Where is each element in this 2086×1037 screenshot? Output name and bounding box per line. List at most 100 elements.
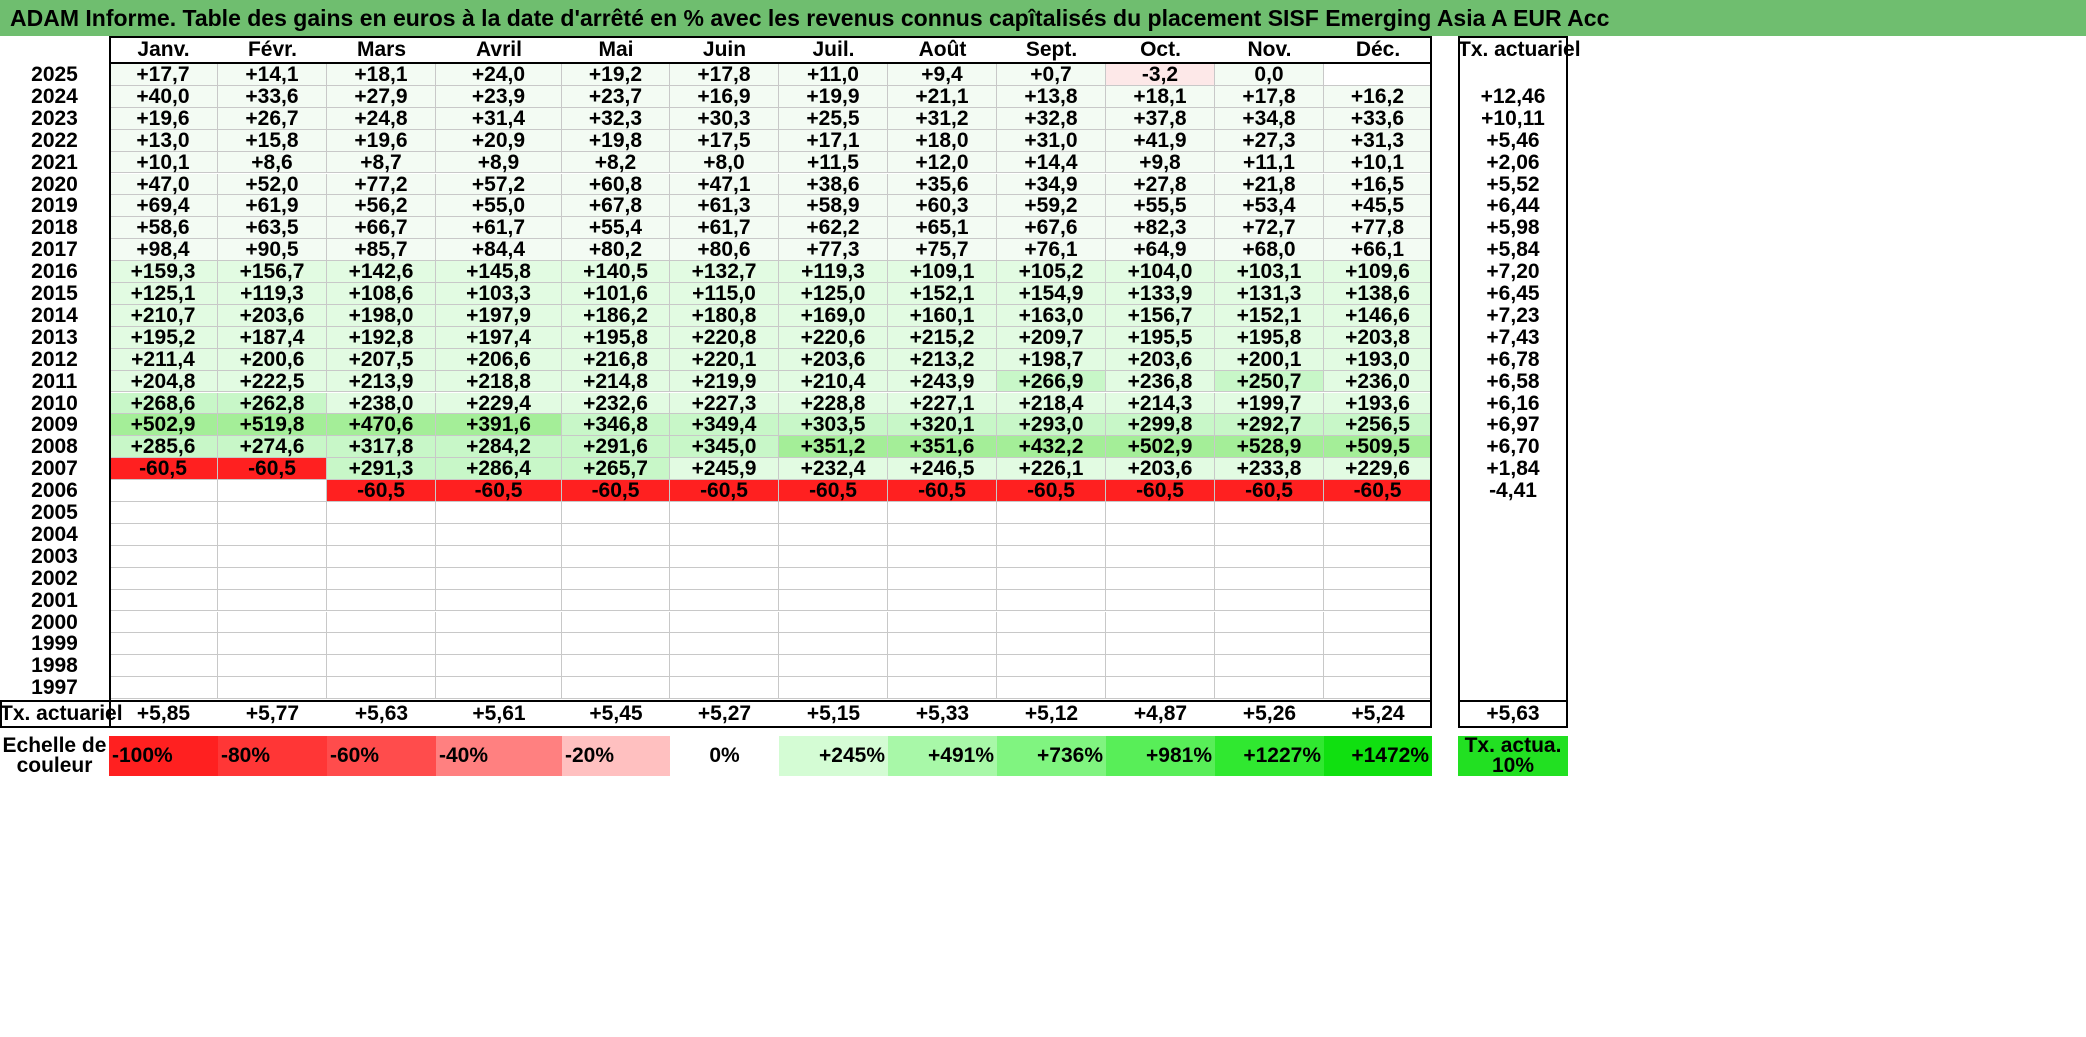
table-cell xyxy=(562,655,670,678)
table-cell xyxy=(779,655,888,678)
table-cell xyxy=(670,677,779,700)
table-cell xyxy=(436,567,562,590)
table-cell: 0,0 xyxy=(1215,64,1324,86)
table-cell xyxy=(1324,502,1432,524)
table-cell: +206,6 xyxy=(436,348,562,371)
table-cell: +101,6 xyxy=(562,283,670,305)
table-cell: +24,0 xyxy=(436,64,562,86)
table-cell xyxy=(888,502,997,524)
table-cell: +18,1 xyxy=(327,64,436,86)
table-cell xyxy=(218,502,327,524)
table-cell: +125,0 xyxy=(779,283,888,305)
table-cell: +24,8 xyxy=(327,107,436,130)
table-cell: +218,4 xyxy=(997,392,1106,415)
table-cell: +152,1 xyxy=(1215,304,1324,327)
table-cell: +90,5 xyxy=(218,239,327,262)
table-cell: +55,0 xyxy=(436,195,562,218)
table-cell: +75,7 xyxy=(888,239,997,262)
table-cell: +19,6 xyxy=(109,107,218,130)
table-cell: +236,0 xyxy=(1324,370,1432,393)
table-cell: +207,5 xyxy=(327,348,436,371)
table-cell: +528,9 xyxy=(1215,436,1324,459)
year-label: 2015 xyxy=(31,282,78,305)
table-cell: +55,4 xyxy=(562,217,670,240)
table-cell: +349,4 xyxy=(670,414,779,437)
table-cell xyxy=(109,611,218,634)
table-cell xyxy=(1324,633,1432,656)
table-cell xyxy=(436,655,562,678)
summary-cell: +5,24 xyxy=(1351,702,1405,725)
table-cell xyxy=(1215,633,1324,656)
table-cell: +317,8 xyxy=(327,436,436,459)
table-cell: +21,8 xyxy=(1215,173,1324,196)
table-cell: +31,0 xyxy=(997,129,1106,152)
scale-swatch: -100% xyxy=(109,736,218,776)
table-cell: -60,5 xyxy=(562,480,670,502)
table-cell: +293,0 xyxy=(997,414,1106,437)
table-cell xyxy=(670,545,779,568)
rate-header: Tx. actuariel xyxy=(1458,38,1581,61)
rate-cell xyxy=(1458,677,1568,699)
table-cell xyxy=(436,523,562,546)
table-cell: +146,6 xyxy=(1324,304,1432,327)
table-cell: +197,9 xyxy=(436,304,562,327)
table-cell: +61,7 xyxy=(436,217,562,240)
table-cell xyxy=(436,589,562,612)
table-cell xyxy=(670,523,779,546)
table-cell xyxy=(1324,567,1432,590)
table-cell: +203,6 xyxy=(218,304,327,327)
table-cell: +211,4 xyxy=(109,348,218,371)
table-cell: +11,0 xyxy=(779,64,888,86)
year-label: 2005 xyxy=(31,501,78,524)
table-cell: +266,9 xyxy=(997,370,1106,393)
table-cell: +80,6 xyxy=(670,239,779,262)
table-cell xyxy=(1215,567,1324,590)
rate-cell xyxy=(1458,64,1568,86)
table-cell: +195,8 xyxy=(1215,326,1324,349)
table-cell: +23,9 xyxy=(436,85,562,108)
rate-cell: +7,23 xyxy=(1486,303,1540,327)
table-cell xyxy=(779,633,888,656)
rate-cell: +10,11 xyxy=(1481,106,1545,130)
table-cell: +11,5 xyxy=(779,151,888,174)
table-cell: +17,8 xyxy=(670,64,779,86)
table-cell: +67,6 xyxy=(997,217,1106,240)
table-cell: +213,2 xyxy=(888,348,997,371)
table-cell: +203,6 xyxy=(1106,348,1215,371)
table-cell xyxy=(562,589,670,612)
table-cell xyxy=(327,545,436,568)
table-cell: +470,6 xyxy=(327,414,436,437)
table-cell xyxy=(436,545,562,568)
summary-cell: +5,77 xyxy=(245,702,300,725)
table-cell xyxy=(1324,655,1432,678)
table-cell xyxy=(327,677,436,700)
table-cell: +17,5 xyxy=(670,129,779,152)
table-cell: +154,9 xyxy=(997,283,1106,305)
table-cell: -3,2 xyxy=(1106,64,1215,86)
table-cell: +214,3 xyxy=(1106,392,1215,415)
table-cell: +286,4 xyxy=(436,458,562,481)
table-cell: +16,9 xyxy=(670,85,779,108)
gains-table: Janv. Févr. Mars Avril Mai Juin Juil. Août Sept.… xyxy=(0,0,2086,1037)
table-cell: +229,6 xyxy=(1324,458,1432,481)
table-cell: +216,8 xyxy=(562,348,670,371)
table-cell: +10,1 xyxy=(109,151,218,174)
table-cell: +11,1 xyxy=(1215,151,1324,174)
table-cell: +256,5 xyxy=(1324,414,1432,437)
table-cell xyxy=(1106,611,1215,634)
table-cell: +210,7 xyxy=(109,304,218,327)
table-cell: +103,3 xyxy=(436,283,562,305)
table-cell xyxy=(436,677,562,700)
table-cell: +220,6 xyxy=(779,326,888,349)
table-cell: +69,4 xyxy=(109,195,218,218)
table-cell: +219,9 xyxy=(670,370,779,393)
month-header: Déc. xyxy=(1355,38,1401,61)
table-cell xyxy=(327,633,436,656)
table-cell: +132,7 xyxy=(670,261,779,283)
year-label: 2025 xyxy=(31,63,78,86)
year-label: 2007 xyxy=(31,457,78,481)
scale-rate-swatch: Tx. actua. 10% xyxy=(1458,735,1568,776)
table-cell: +31,3 xyxy=(1324,129,1432,152)
table-cell xyxy=(109,545,218,568)
table-cell xyxy=(1106,502,1215,524)
